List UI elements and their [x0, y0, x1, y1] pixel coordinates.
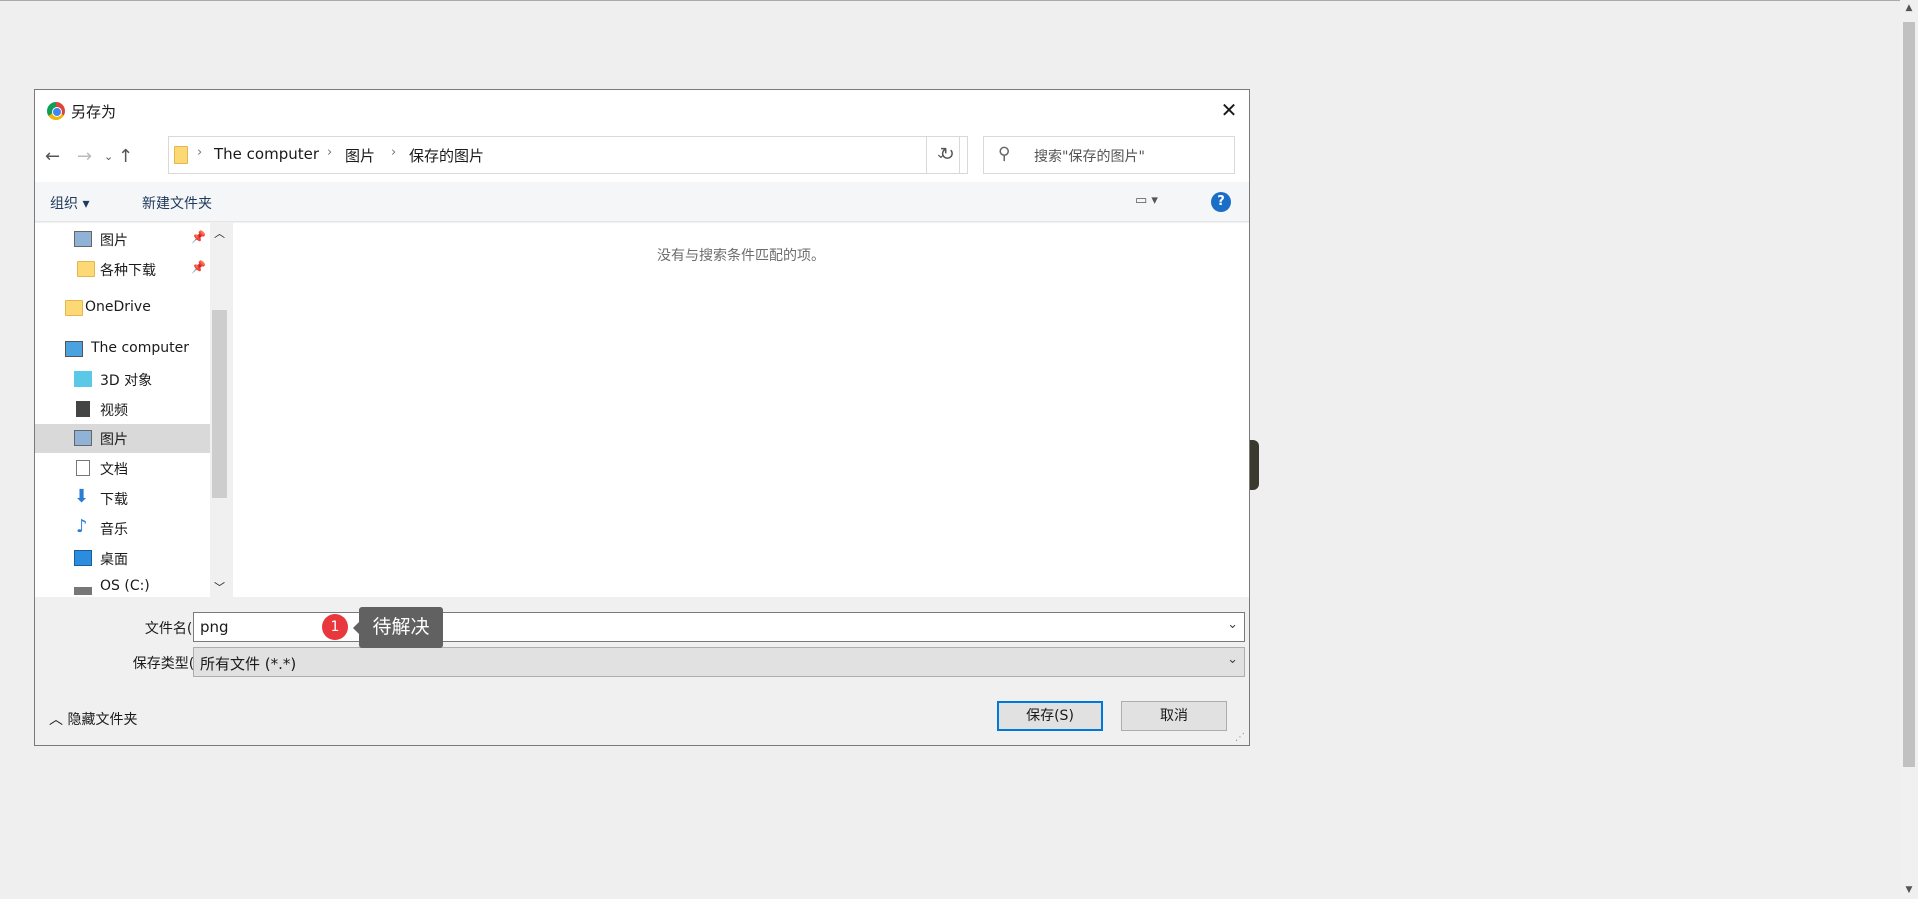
- nav-item-downloads[interactable]: ⬇ 下载: [35, 484, 210, 513]
- chevron-right-icon: ›: [197, 145, 203, 160]
- scroll-up-icon[interactable]: ▲: [1900, 3, 1918, 13]
- nav-scrollbar[interactable]: ︿ ﹀: [210, 223, 229, 597]
- download-icon: ⬇: [74, 486, 90, 507]
- search-input[interactable]: ⚲ 搜索"保存的图片": [983, 136, 1235, 174]
- folder-icon: [65, 300, 83, 316]
- background-object: [1250, 440, 1259, 490]
- nav-label: 桌面: [100, 552, 128, 568]
- save-as-dialog: 另存为 ✕ ← → ⌄ ↑ › The computer › 图片 › 保存的图…: [34, 89, 1250, 746]
- nav-item-videos[interactable]: 视频: [35, 395, 210, 424]
- nav-label: OneDrive: [85, 299, 151, 315]
- save-type-value: 所有文件 (*.*): [200, 655, 297, 673]
- save-button[interactable]: 保存(S): [997, 701, 1103, 731]
- up-icon[interactable]: ↑: [118, 146, 133, 167]
- pictures-icon: [74, 430, 92, 446]
- drive-icon: [74, 579, 92, 595]
- nav-label: OS (C:): [100, 578, 150, 594]
- annotation-tooltip: 待解决: [353, 607, 443, 648]
- scrollbar-thumb[interactable]: [1903, 22, 1915, 767]
- computer-icon: [65, 341, 83, 357]
- chevron-up-icon: ︿: [49, 712, 68, 728]
- view-options-icon[interactable]: ▭ ▾: [1135, 193, 1158, 208]
- pin-icon: 📌: [191, 260, 206, 274]
- desktop-icon: [74, 550, 92, 566]
- address-bar[interactable]: › The computer › 图片 › 保存的图片 ⌄: [168, 136, 960, 174]
- video-icon: [76, 401, 90, 417]
- nav-label: 图片: [100, 233, 128, 249]
- nav-item-3d-objects[interactable]: 3D 对象: [35, 365, 210, 394]
- nav-item-computer[interactable]: The computer: [35, 335, 210, 364]
- resize-grip-icon[interactable]: ⋰: [1235, 732, 1245, 743]
- title-bar: 另存为 ✕: [35, 90, 1249, 132]
- scroll-up-icon[interactable]: ︿: [214, 225, 225, 241]
- nav-label: 下载: [100, 492, 128, 508]
- annotation-badge: 1: [322, 614, 348, 640]
- top-border: [0, 0, 1918, 1]
- folder-icon: [174, 146, 188, 164]
- breadcrumb-saved-pictures[interactable]: 保存的图片: [409, 145, 484, 166]
- chevron-right-icon: ›: [327, 145, 333, 160]
- scrollbar-thumb[interactable]: [212, 310, 227, 498]
- hide-folders-label: 隐藏文件夹: [67, 712, 138, 728]
- breadcrumb-pictures[interactable]: 图片: [345, 145, 375, 166]
- nav-label: 3D 对象: [100, 373, 153, 389]
- nav-label: The computer: [91, 340, 190, 356]
- nav-item-onedrive[interactable]: OneDrive: [35, 294, 210, 323]
- filename-input[interactable]: png ⌄: [193, 612, 1245, 642]
- nav-item-documents[interactable]: 文档: [35, 454, 210, 483]
- cancel-button[interactable]: 取消: [1121, 701, 1227, 731]
- address-row: ← → ⌄ ↑ › The computer › 图片 › 保存的图片 ⌄ ↻ …: [35, 132, 1249, 182]
- nav-item-pictures-quick[interactable]: 图片 📌: [35, 225, 210, 254]
- organize-button[interactable]: 组织 ▾: [50, 193, 89, 213]
- hide-folders-button[interactable]: ︿ 隐藏文件夹: [49, 709, 137, 729]
- scroll-down-icon[interactable]: ﹀: [214, 579, 225, 595]
- nav-label: 音乐: [100, 522, 128, 538]
- scroll-down-icon[interactable]: ▼: [1900, 885, 1918, 895]
- refresh-button[interactable]: ↻: [926, 136, 968, 174]
- chevron-right-icon: ›: [391, 145, 397, 160]
- nav-item-pictures[interactable]: 图片: [35, 424, 210, 453]
- chrome-icon: [47, 102, 65, 120]
- documents-icon: [76, 460, 90, 476]
- chevron-down-icon[interactable]: ⌄: [1227, 652, 1238, 667]
- pin-icon: 📌: [191, 230, 206, 244]
- filename-value: png: [200, 618, 229, 636]
- breadcrumb-computer[interactable]: The computer: [214, 145, 319, 163]
- back-icon[interactable]: ←: [45, 146, 60, 167]
- nav-label: 文档: [100, 462, 128, 478]
- nav-item-desktop[interactable]: 桌面: [35, 544, 210, 573]
- dialog-title: 另存为: [71, 103, 117, 121]
- 3d-objects-icon: [74, 371, 92, 387]
- toolbar: 组织 ▾ 新建文件夹 ▭ ▾ ?: [35, 182, 1249, 222]
- nav-item-music[interactable]: ♪ 音乐: [35, 514, 210, 543]
- music-icon: ♪: [76, 516, 88, 537]
- page-scrollbar[interactable]: ▲ ▼: [1900, 0, 1918, 899]
- navigation-pane: 图片 📌 各种下载 📌 OneDrive The computer 3D 对象 视频…: [35, 223, 210, 597]
- nav-item-downloads-quick[interactable]: 各种下载 📌: [35, 255, 210, 284]
- nav-item-drive-c[interactable]: OS (C:): [35, 573, 210, 602]
- new-folder-button[interactable]: 新建文件夹: [142, 193, 212, 213]
- save-type-select[interactable]: 所有文件 (*.*) ⌄: [193, 647, 1245, 677]
- close-button[interactable]: ✕: [1215, 96, 1243, 124]
- file-list[interactable]: 没有与搜索条件匹配的项。: [233, 223, 1249, 597]
- folder-icon: [77, 261, 95, 277]
- empty-message: 没有与搜索条件匹配的项。: [657, 248, 825, 264]
- help-button[interactable]: ?: [1211, 192, 1231, 212]
- nav-label: 视频: [100, 403, 128, 419]
- search-icon: ⚲: [998, 144, 1011, 164]
- forward-icon[interactable]: →: [77, 146, 92, 167]
- search-placeholder: 搜索"保存的图片": [1034, 149, 1145, 165]
- nav-label: 各种下载: [100, 263, 156, 279]
- recent-chevron-icon[interactable]: ⌄: [104, 150, 113, 163]
- nav-label: 图片: [100, 432, 128, 448]
- pictures-icon: [74, 231, 92, 247]
- chevron-down-icon[interactable]: ⌄: [1227, 617, 1238, 632]
